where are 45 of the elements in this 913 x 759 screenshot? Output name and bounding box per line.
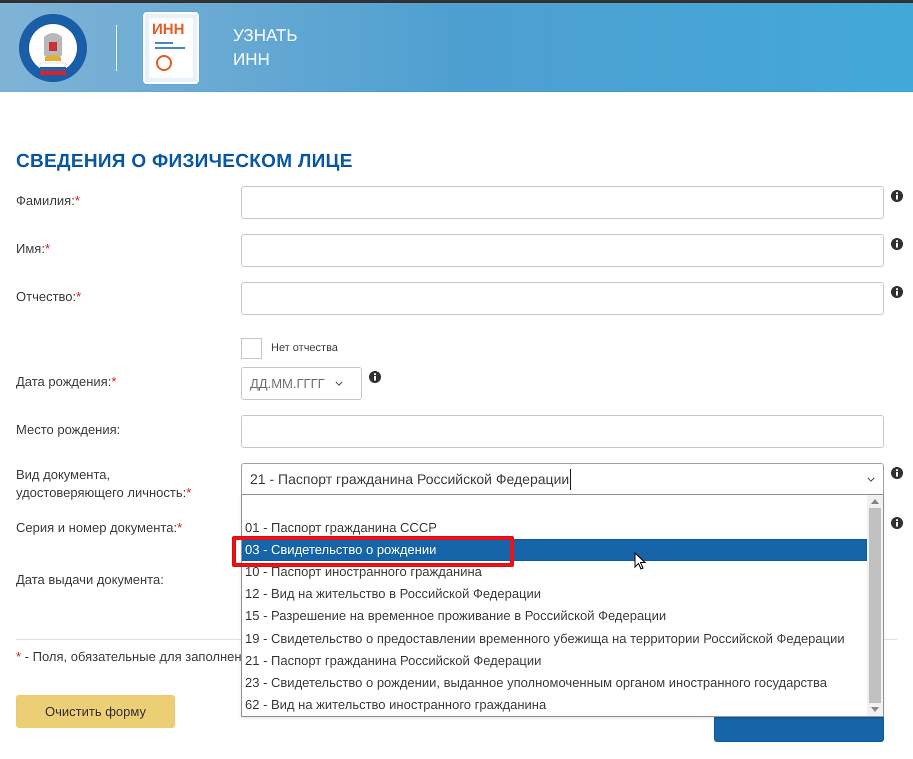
field-label: Дата рождения:*: [16, 373, 116, 391]
dropdown-option[interactable]: 19 - Свидетельство о предоставлении временного убежища на территории Российской Федерации: [242, 628, 867, 650]
info-icon[interactable]: [891, 467, 903, 479]
field-label: Имя:*: [16, 240, 50, 258]
dropdown-option[interactable]: 12 - Вид на жительство в Российской Федерации: [242, 583, 867, 606]
info-icon[interactable]: [891, 238, 903, 250]
dropdown-option[interactable]: 10 - Паспорт иностранного гражданина: [242, 561, 867, 584]
section-title: СВЕДЕНИЯ О ФИЗИЧЕСКОМ ЛИЦЕ: [15, 150, 354, 174]
dropdown-option[interactable]: 15 - Разрешение на временное проживание в Российской Федерации: [242, 605, 867, 628]
text-input[interactable]: [241, 415, 884, 448]
info-icon[interactable]: [891, 517, 903, 529]
text-input[interactable]: [241, 186, 884, 219]
scroll-up-icon: [871, 499, 879, 504]
info-icon[interactable]: [369, 371, 381, 383]
select-value: 21 - Паспорт гражданина Российской Федерации: [250, 469, 572, 490]
mouse-cursor-icon: [634, 552, 646, 570]
date-select[interactable]: ДД.ММ.ГГГГ: [241, 367, 362, 400]
logo-text: ИНН: [152, 20, 184, 38]
checkbox-label: Нет отчества: [271, 341, 338, 356]
field-label: Вид документа, удостоверяющего личность:*: [16, 466, 192, 502]
header-title: ИНН: [233, 48, 271, 70]
dropdown-option[interactable]: 23 - Свидетельство о рождении, выданное уполномоченным органом иностранного государства: [242, 672, 867, 694]
field-label: Дата выдачи документа:: [16, 571, 164, 589]
dropdown-option[interactable]: 21 - Паспорт гражданина Российской Федерации: [242, 650, 867, 672]
header-title: УЗНАТЬ: [233, 24, 298, 46]
text-input[interactable]: [241, 282, 884, 315]
checkbox[interactable]: [241, 338, 262, 359]
dropdown-option[interactable]: 01 - Паспорт гражданина СССР: [242, 517, 867, 540]
field-label: Серия и номер документа:*: [16, 519, 182, 537]
text-input[interactable]: [241, 234, 884, 267]
scroll-down-icon: [871, 707, 879, 712]
dropdown-option[interactable]: 62 - Вид на жительство иностранного гражданина: [242, 694, 867, 716]
dropdown-option[interactable]: 03 - Свидетельство о рождении: [242, 539, 867, 562]
chevron-down-icon: [334, 381, 343, 386]
field-label: Отчество:*: [16, 288, 82, 306]
emblem-logo-icon: [18, 12, 88, 82]
chevron-down-icon: [867, 477, 875, 482]
info-icon[interactable]: [891, 190, 903, 202]
field-label: Место рождения:: [16, 421, 120, 439]
info-icon[interactable]: [891, 286, 903, 298]
scrollbar[interactable]: [867, 495, 883, 716]
clear-form-button[interactable]: Очистить форму: [16, 695, 175, 728]
date-placeholder: ДД.ММ.ГГГГ: [250, 374, 325, 393]
field-label: Фамилия:*: [16, 192, 80, 210]
required-note: * - Поля, обязательные для заполнен: [16, 649, 242, 664]
